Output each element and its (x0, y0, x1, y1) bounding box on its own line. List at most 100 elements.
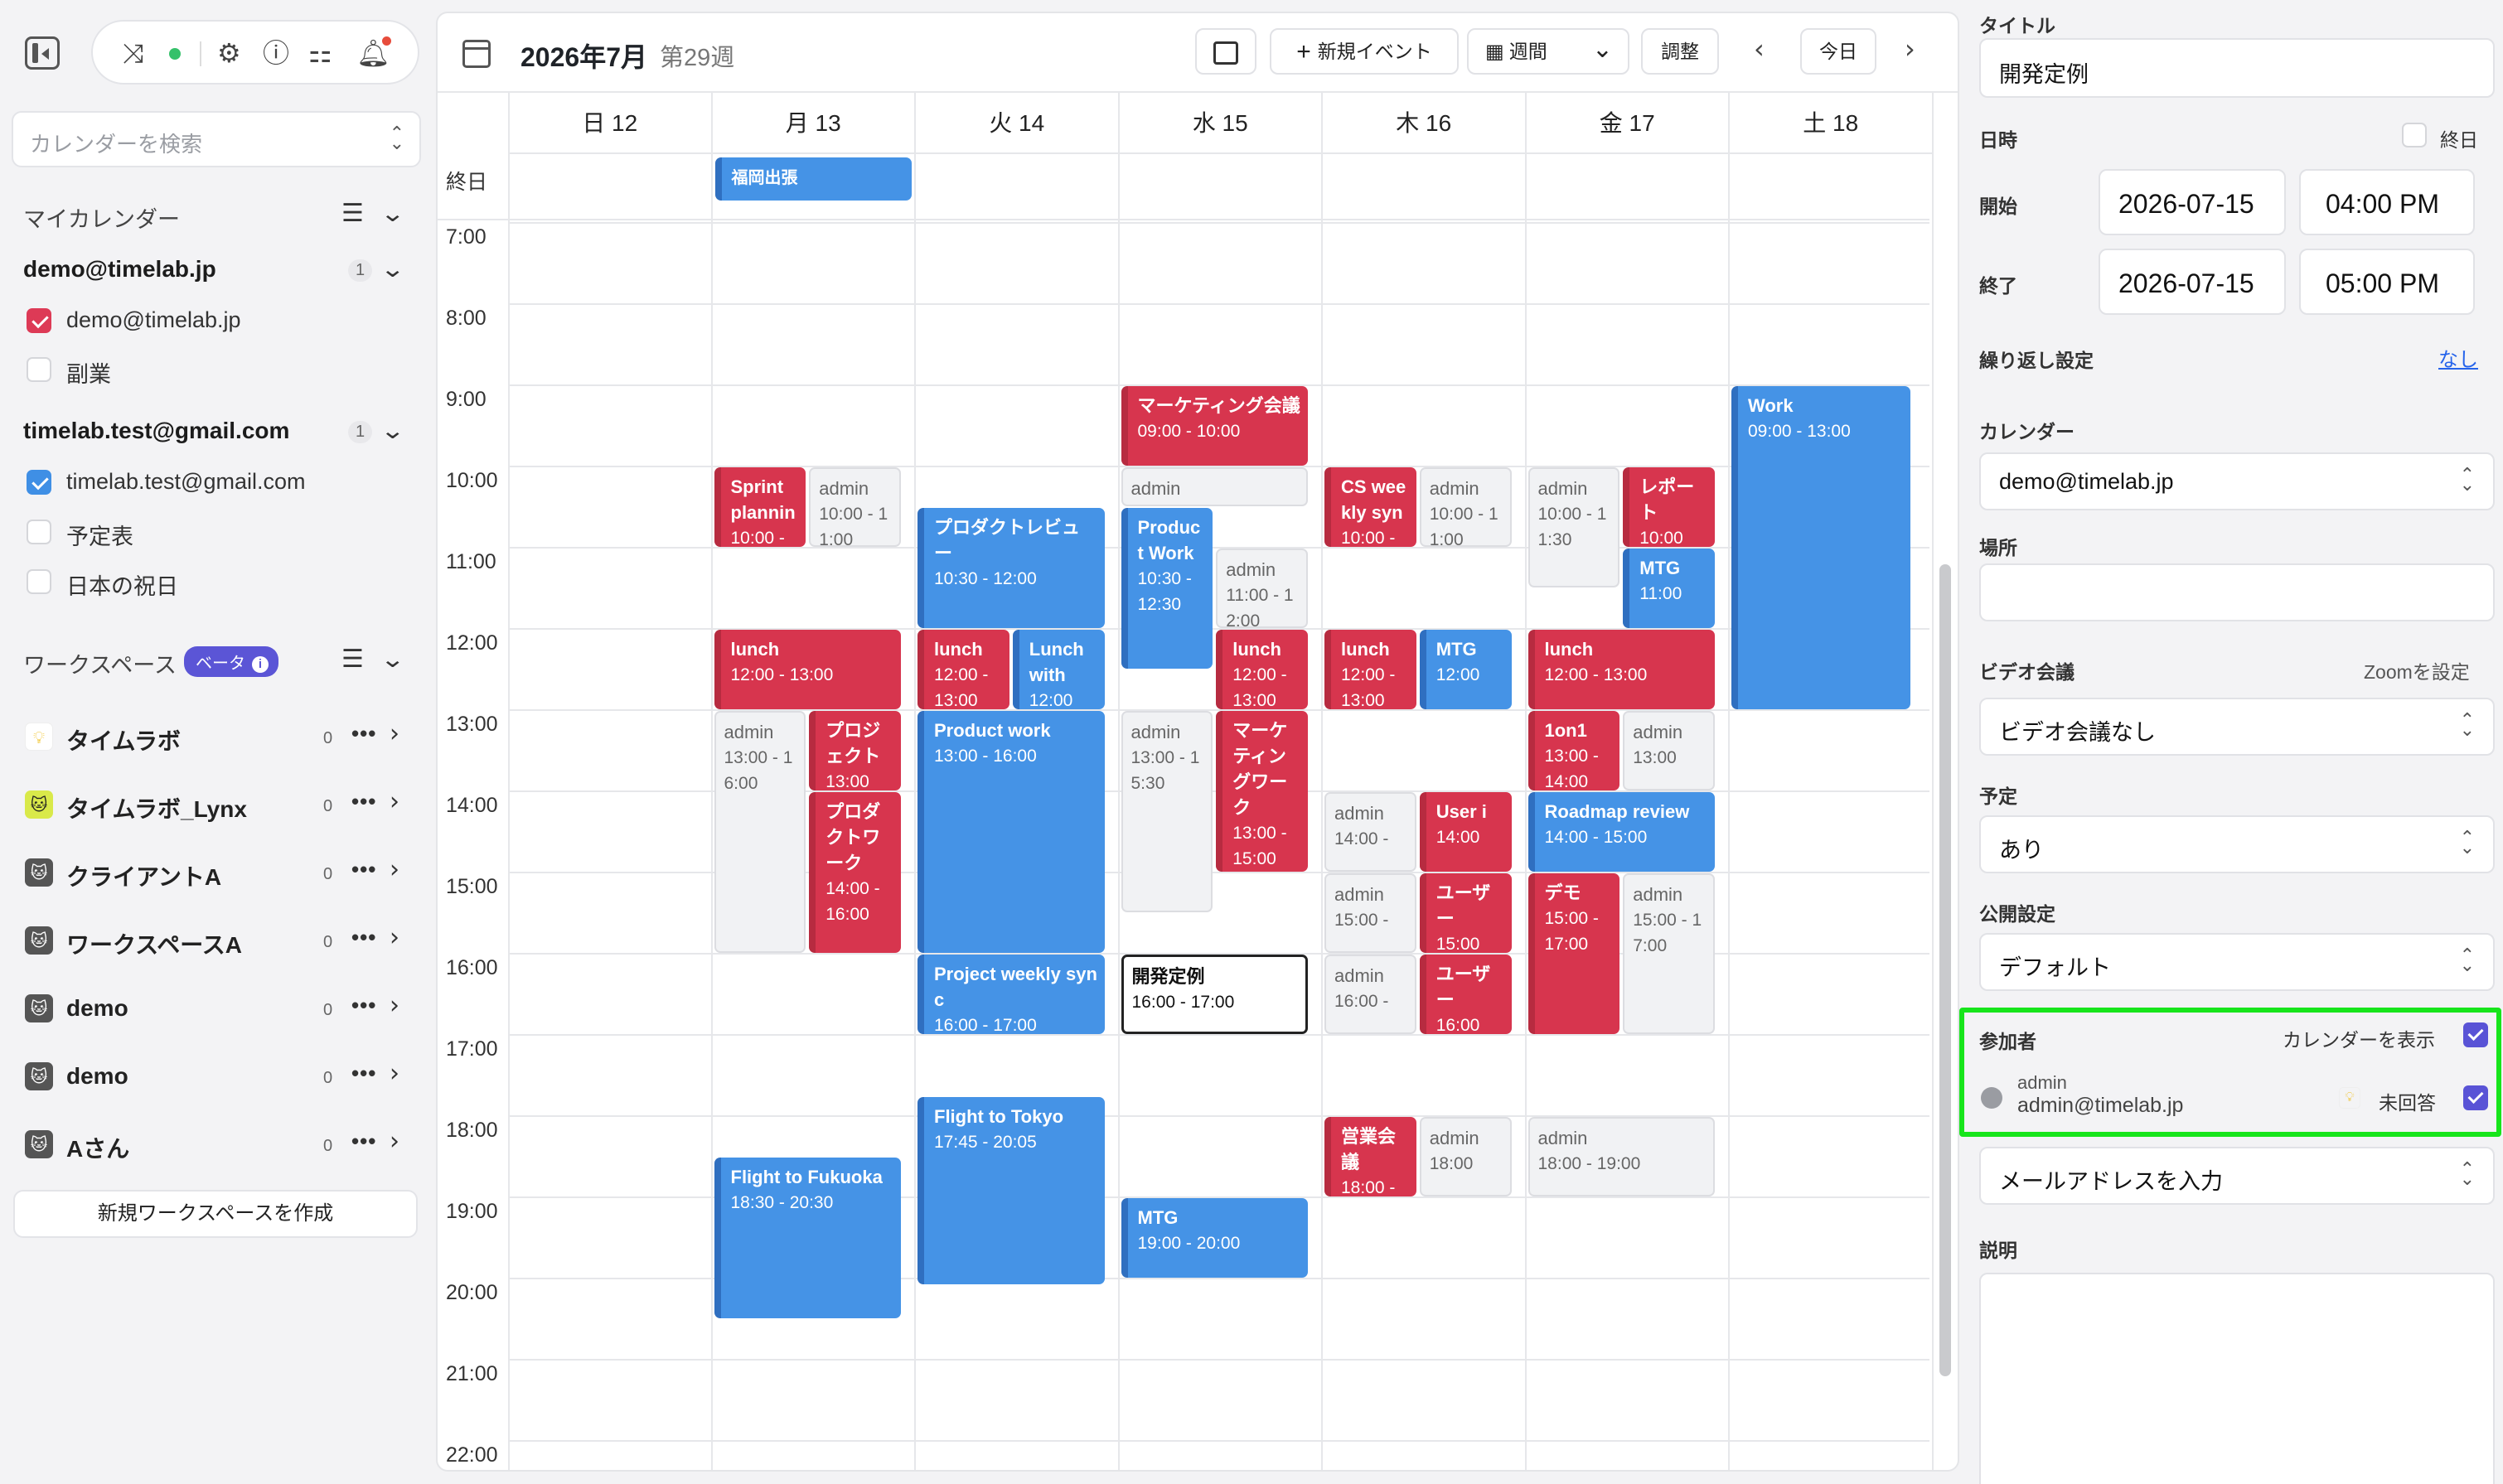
chevron-right-icon[interactable]: › (390, 923, 399, 952)
view-select[interactable]: ▦ 週間 ⌄ (1467, 28, 1629, 75)
calendar-event[interactable]: lunch 12:00 - 13:00 (1324, 630, 1416, 709)
chevron-right-icon[interactable]: › (390, 719, 399, 748)
calendar-event[interactable]: MTG 12:00 (1419, 630, 1512, 709)
calendar-event[interactable]: マーケティングワーク 13:00 - 15:00 (1216, 711, 1308, 872)
calendar-checkbox[interactable] (27, 470, 51, 495)
account-name[interactable]: demo@timelab.jp (23, 256, 216, 283)
calendar-event[interactable]: プロダクトレビュー 10:30 - 12:00 (917, 508, 1105, 628)
shuffle-icon[interactable]: ⤨ (123, 38, 144, 68)
calendar-event[interactable]: admin 15:00 - 17:00 (1623, 873, 1715, 1034)
chevron-right-icon[interactable]: › (390, 1059, 399, 1088)
calendar-label[interactable]: 副業 (66, 356, 111, 389)
calendar-event[interactable]: admin 13:00 (1623, 711, 1715, 790)
workspace-item[interactable]: 🐱︎ demo 0 ••• › (0, 1059, 435, 1112)
allday-checkbox[interactable] (2402, 123, 2427, 147)
calendar-event[interactable]: admin 18:00 (1419, 1117, 1512, 1196)
day-header[interactable]: 木 16 (1322, 93, 1526, 154)
chevron-right-icon[interactable]: › (390, 787, 399, 816)
calendar-event[interactable]: admin 15:00 - (1324, 873, 1416, 953)
calendar-event[interactable]: Lunch with 12:00 (1012, 630, 1105, 709)
calendar-event[interactable]: admin 13:00 - 15:30 (1121, 711, 1213, 912)
calendar-event[interactable]: admin 18:00 - 19:00 (1527, 1117, 1715, 1196)
calendar-event[interactable]: admin 13:00 - 16:00 (714, 711, 806, 953)
calendar-event[interactable]: Flight to Tokyo 17:45 - 20:05 (917, 1096, 1105, 1285)
chevron-down-icon[interactable]: ⌄ (380, 255, 405, 283)
workspace-item[interactable]: 🐱︎ クライアントA 0 ••• › (0, 855, 435, 908)
calendar-label[interactable]: 日本の祝日 (66, 568, 178, 601)
workspace-item[interactable]: 🐱︎ タイムラボ_Lynx 0 ••• › (0, 787, 435, 840)
attendee-email-select[interactable]: メールアドレスを入力 ⌃ ⌄ (1979, 1147, 2495, 1205)
calendar-event[interactable]: MTG 19:00 - 20:00 (1121, 1198, 1308, 1278)
day-header[interactable]: 土 18 (1729, 93, 1933, 154)
more-icon[interactable]: ••• (351, 1061, 376, 1086)
account-name[interactable]: timelab.test@gmail.com (23, 418, 289, 444)
list-view-icon[interactable]: ☰ (341, 645, 364, 674)
workspace-item[interactable]: 🐱︎ ワークスペースA 0 ••• › (0, 923, 435, 976)
more-icon[interactable]: ••• (351, 857, 376, 882)
calendar-event[interactable]: lunch 12:00 - 13:00 (714, 630, 901, 709)
attendee-checkbox[interactable] (2463, 1085, 2488, 1110)
calendar-label[interactable]: demo@timelab.jp (66, 307, 241, 333)
more-icon[interactable]: ••• (351, 1129, 376, 1154)
calendar-event[interactable]: マーケティング会議 09:00 - 10:00 (1121, 386, 1308, 466)
calendar-select[interactable]: demo@timelab.jp ⌃ ⌄ (1979, 452, 2495, 510)
workspace-item[interactable]: 🐱︎ Aさん 0 ••• › (0, 1127, 435, 1180)
calendar-event[interactable]: Product Work 10:30 - 12:30 (1121, 508, 1213, 669)
day-header[interactable]: 金 17 (1525, 93, 1729, 154)
zoom-setting-link[interactable]: Zoomを設定 (2364, 656, 2470, 684)
title-input[interactable]: 開発定例 (1979, 38, 2495, 98)
calendar-label[interactable]: timelab.test@gmail.com (66, 469, 306, 495)
list-view-icon[interactable]: ☰ (341, 199, 364, 228)
end-time-input[interactable]: 05:00 PM (2299, 249, 2475, 315)
calendar-event[interactable]: デモ 15:00 - 17:00 (1527, 873, 1620, 1034)
chevron-right-icon[interactable]: › (390, 1127, 399, 1156)
calendar-event[interactable]: 開発定例 16:00 - 17:00 (1121, 955, 1308, 1034)
calendar-event[interactable]: lunch 12:00 - 13:00 (1216, 630, 1308, 709)
calendar-event[interactable]: admin (1121, 467, 1308, 506)
prev-week-icon[interactable]: ‹ (1754, 33, 1765, 65)
calendar-event[interactable]: admin 11:00 - 12:00 (1216, 549, 1308, 628)
calendar-event[interactable]: 1on1 13:00 - 14:00 (1527, 711, 1620, 790)
start-time-input[interactable]: 04:00 PM (2299, 169, 2475, 235)
calendar-event[interactable]: Flight to Fukuoka 18:30 - 20:30 (714, 1158, 901, 1318)
calendar-event[interactable]: レポート 10:00 (1623, 467, 1715, 547)
calendar-checkbox[interactable] (27, 308, 51, 333)
calendar-checkbox[interactable] (27, 520, 51, 544)
gear-icon[interactable]: ⚙ (217, 38, 241, 68)
visibility-select[interactable]: デフォルト ⌃ ⌄ (1979, 933, 2495, 991)
calendar-event[interactable]: 営業会議 18:00 - 19:00 (1324, 1117, 1416, 1196)
vertical-scrollbar[interactable] (1939, 564, 1951, 1376)
calendar-event[interactable]: Work 09:00 - 13:00 (1731, 386, 1910, 709)
description-input[interactable] (1979, 1273, 2495, 1484)
workspace-item[interactable]: 🐱︎ demo 0 ••• › (0, 991, 435, 1044)
workspace-item[interactable]: 💡︎ タイムラボ 0 ••• › (0, 719, 435, 772)
calendar-event[interactable]: lunch 12:00 - 13:00 (1527, 630, 1715, 709)
chevron-right-icon[interactable]: › (390, 991, 399, 1020)
next-week-icon[interactable]: › (1905, 33, 1915, 65)
calendar-event[interactable]: Project weekly sync 16:00 - 17:00 (917, 955, 1105, 1034)
video-select[interactable]: ビデオ会議なし ⌃ ⌄ (1979, 698, 2495, 756)
today-button[interactable]: 今日 (1800, 28, 1876, 75)
calendar-event[interactable]: Roadmap review 14:00 - 15:00 (1527, 792, 1715, 872)
board-view-button[interactable] (1195, 28, 1256, 75)
chevron-right-icon[interactable]: › (390, 855, 399, 884)
calendar-event[interactable]: Sprint plannin 10:00 - 11:00 (714, 467, 806, 547)
busy-select[interactable]: あり ⌃ ⌄ (1979, 815, 2495, 873)
calendar-event[interactable]: admin 16:00 - (1324, 955, 1416, 1034)
calendar-checkbox[interactable] (27, 569, 51, 594)
calendar-event[interactable]: プロジェクト 13:00 (809, 711, 901, 790)
calendar-label[interactable]: 予定表 (66, 519, 133, 551)
repeat-link[interactable]: なし (2438, 343, 2478, 372)
calendar-search-input[interactable]: カレンダーを検索 ⌃ ⌄ (12, 111, 421, 167)
info-icon[interactable]: ⓘ (263, 38, 289, 68)
adjust-button[interactable]: 調整 (1641, 28, 1719, 75)
location-input[interactable] (1979, 563, 2495, 621)
day-header[interactable]: 水 15 (1118, 93, 1322, 154)
day-header[interactable]: 火 14 (915, 93, 1119, 154)
start-date-input[interactable]: 2026-07-15 (2099, 169, 2286, 235)
allday-event[interactable]: 福岡出張 (714, 157, 912, 201)
sidebar-collapse-icon[interactable] (25, 36, 60, 70)
chevron-down-icon[interactable]: ⌄ (380, 200, 405, 227)
more-icon[interactable]: ••• (351, 993, 376, 1018)
more-icon[interactable]: ••• (351, 721, 376, 747)
